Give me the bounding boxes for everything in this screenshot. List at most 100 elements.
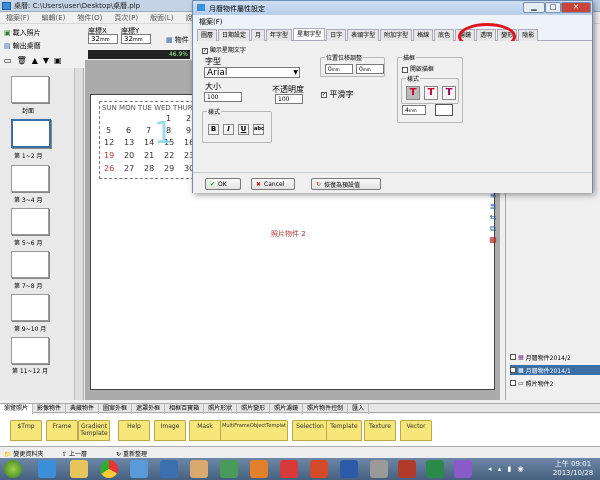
strikethrough-button[interactable]: abc [253,124,264,135]
chrome-icon[interactable] [100,460,118,478]
tab-pattern-frame[interactable]: 圖案外框 [99,404,133,414]
align-icon-3[interactable]: ⇆ [487,212,499,223]
smooth-checkbox[interactable]: ✓ 平滑字 [321,89,354,100]
folder-item[interactable]: $Tmp [10,420,42,441]
tab-day-font[interactable]: 日字 [326,29,347,41]
trash-icon[interactable]: 🗑 [17,56,27,67]
underline-button[interactable]: U [238,124,249,135]
tab-shadow[interactable]: 陰影 [518,29,539,41]
tab-header-font[interactable]: 表頭字型 [347,29,380,41]
folder-item[interactable]: Template [326,420,362,441]
app-icon[interactable] [454,460,472,478]
stroke-style-center-button[interactable]: T [424,86,438,100]
tab-photo-filter[interactable]: 照片濾鏡 [270,404,304,414]
stroke-style-outer-button[interactable]: T [406,86,420,100]
layer-item[interactable]: ▦ 月曆物件2014/2 [510,352,600,362]
app-icon[interactable] [160,460,178,478]
menu-page[interactable]: 頁次(P) [108,12,144,24]
folder-item[interactable]: Texture [364,420,396,441]
maximize-button[interactable]: □ [545,2,561,13]
show-weekday-checkbox[interactable]: ✓ 顯示星期文字 [202,45,246,54]
tab-import[interactable]: 匯入 [348,404,370,414]
tab-date-settings[interactable]: 日期設定 [218,29,251,41]
calendar-object[interactable]: SUN MON TUE WED THUR 1 2 5 6 7 8 9 12 13… [99,101,199,179]
tab-month[interactable]: 月 [251,29,266,41]
tab-weekday-font[interactable]: 星期字型 [293,28,326,40]
layer-item-selected[interactable]: ▦ 月曆物件2014/1 [510,365,600,375]
move-down-icon[interactable]: ▼ [43,56,49,67]
folder-item[interactable]: Mask [189,420,221,441]
tab-image-objects[interactable]: 影像物件 [33,404,67,414]
page-thumb-6[interactable] [11,337,49,364]
new-page-icon[interactable]: ▭ [4,56,12,67]
word-icon[interactable] [340,460,358,478]
folder-item[interactable]: Gradient Template [78,420,110,441]
menu-layout[interactable]: 版面(L) [144,12,179,24]
menu-object[interactable]: 物件(O) [71,12,108,24]
lock-icon[interactable]: ▣ [54,56,62,67]
folder-item[interactable]: Selection [292,420,328,441]
page-thumb-4[interactable] [11,251,49,278]
app-icon[interactable] [220,460,238,478]
tab-photo-warp[interactable]: 照片變形 [237,404,271,414]
app-icon[interactable] [426,460,444,478]
offset-x-input[interactable]: 0mm [325,64,353,74]
folder-item[interactable]: Help [118,420,150,441]
tab-background[interactable]: 底色 [434,29,455,41]
menu-edit[interactable]: 編輯(E) [36,12,72,24]
refresh-button[interactable]: ↻ 重新整理 [116,449,147,458]
pdf-icon[interactable] [280,460,298,478]
align-icon-4[interactable]: ⧉ [487,223,499,234]
object-button[interactable]: ▦ 物件 [166,35,189,45]
app-icon[interactable] [250,460,268,478]
restore-defaults-button[interactable]: ↻ 恢復為預設值 [311,178,381,190]
change-folder-button[interactable]: 📁 變更資料夾 [4,449,43,458]
tab-photo-object-control[interactable]: 照片物件控制 [303,404,349,414]
tab-collection-objects[interactable]: 典藏物件 [66,404,100,414]
offset-y-input[interactable]: 0mm [356,64,384,74]
stroke-enable-checkbox[interactable]: 開啟描框 [402,64,434,73]
filezilla-icon[interactable] [398,460,416,478]
zoom-ruler[interactable]: 46.9% [88,50,190,59]
start-button[interactable] [4,460,22,478]
folder-icon[interactable] [70,460,88,478]
page-thumb-3[interactable] [11,208,49,235]
folder-item[interactable]: Image [154,420,186,441]
opacity-input[interactable]: 100 [275,94,303,104]
app-icon[interactable] [370,460,388,478]
page-thumb-1[interactable] [11,119,51,148]
clock[interactable]: 上午 09:01 2013/10/28 [548,460,598,478]
menu-file[interactable]: 檔案(F) [0,12,36,24]
import-photo-button[interactable]: ▣ 載入照片 [4,28,41,38]
cancel-button[interactable]: ✖ Cancel [251,178,295,190]
calendar-app-icon[interactable] [190,460,208,478]
page-thumb-5[interactable] [11,294,49,321]
export-calendar-button[interactable]: ▤ 輸出桌曆 [4,41,41,51]
tab-year-font[interactable]: 年字型 [266,29,293,41]
align-icon-2[interactable]: ≣ [487,201,499,212]
stroke-color-swatch[interactable] [435,104,453,116]
page-thumb-cover[interactable] [11,76,49,103]
color-icon[interactable]: ▦ [487,234,499,245]
bold-button[interactable]: B [208,124,219,135]
move-up-icon[interactable]: ▲ [32,56,38,67]
app-icon[interactable] [310,460,328,478]
stroke-style-inner-button[interactable]: T [442,86,456,100]
tab-mask-frame[interactable]: 遮罩外框 [132,404,166,414]
italic-button[interactable]: I [223,124,234,135]
tab-layer[interactable]: 圖層 [197,29,218,41]
folder-item[interactable]: MultiFrameObjectTemplat [220,420,288,441]
up-button[interactable]: ⇧ 上一層 [62,449,87,458]
minimize-button[interactable]: ▁ [523,2,545,13]
page-thumb-2[interactable] [11,165,49,192]
folder-item[interactable]: Frame [46,420,78,441]
tab-frame-treasure[interactable]: 相框百寶箱 [165,404,205,414]
stroke-width-input[interactable]: 4mm [402,105,426,115]
ie-icon[interactable] [38,460,56,478]
size-input[interactable]: 100 [204,92,242,102]
ok-button[interactable]: ✔ OK [205,178,241,190]
folder-item[interactable]: Vector [400,420,432,441]
system-tray-icons[interactable]: ◂ ▴ ▮ ◉ [488,465,544,475]
tab-grid[interactable]: 格線 [413,29,434,41]
layer-item[interactable]: ▭ 照片物件2 [510,378,600,388]
